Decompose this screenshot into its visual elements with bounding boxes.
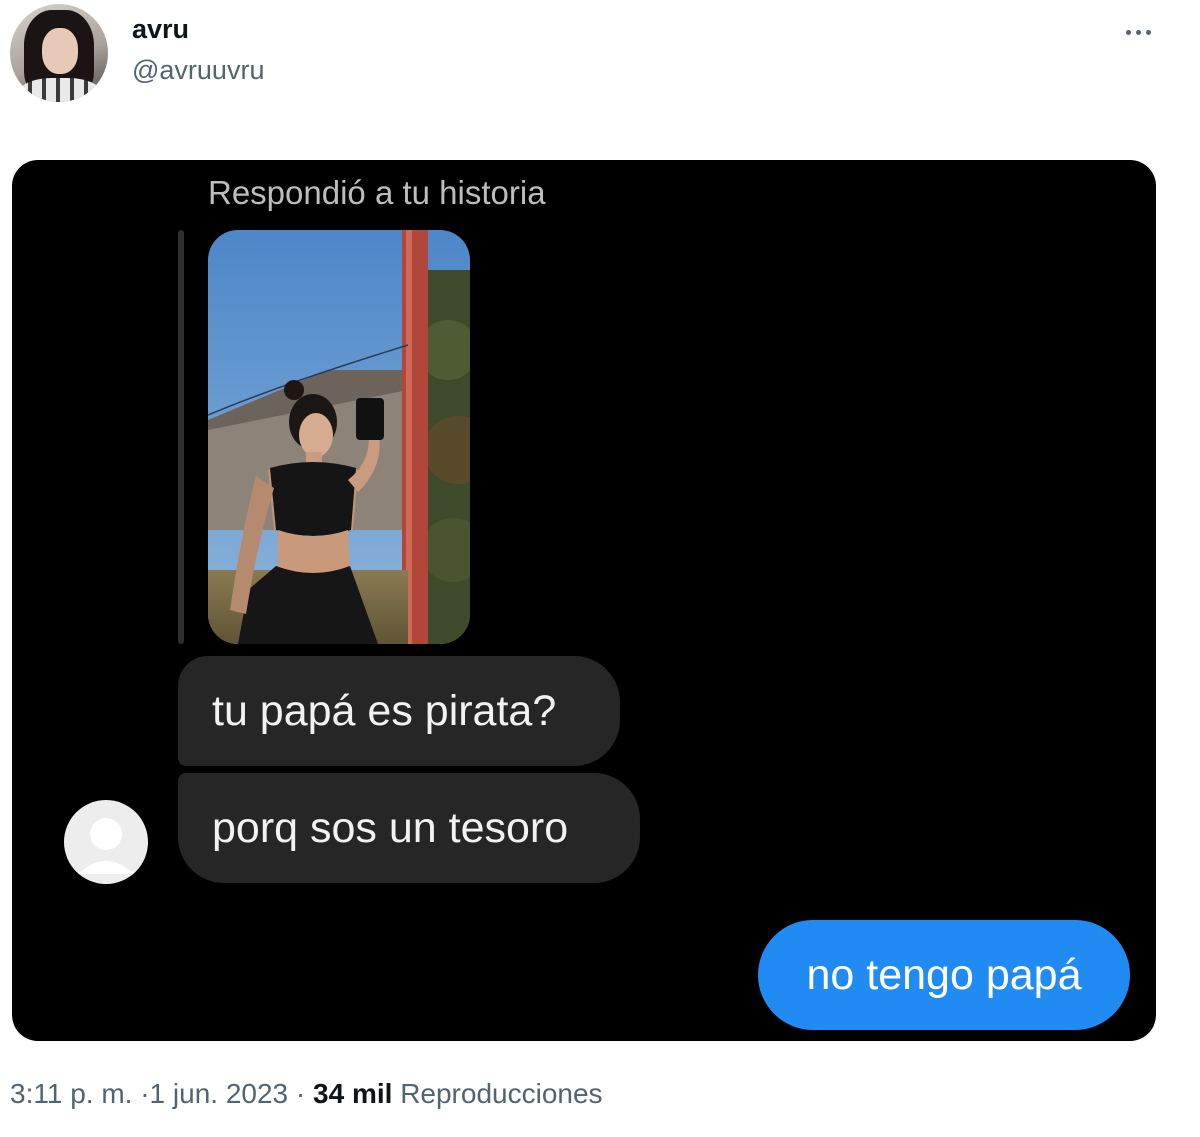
outgoing-message-bubble[interactable]: no tengo papá xyxy=(758,920,1130,1030)
message-text: porq sos un tesoro xyxy=(212,803,569,852)
author-name[interactable]: avru xyxy=(132,14,189,45)
more-dot xyxy=(1145,29,1151,35)
separator: · xyxy=(295,1078,306,1109)
message-text: tu papá es pirata? xyxy=(212,686,557,735)
more-horizontal-icon[interactable] xyxy=(1116,20,1160,44)
views-count: 34 mil xyxy=(313,1078,393,1109)
avatar-face xyxy=(42,28,78,74)
incoming-message-bubble[interactable]: tu papá es pirata? xyxy=(178,656,620,766)
author-handle[interactable]: @avruuvru xyxy=(132,55,264,86)
separator: · xyxy=(140,1078,150,1109)
author-avatar[interactable] xyxy=(10,4,108,102)
person-silhouette-icon xyxy=(78,818,134,874)
views-label: Reproducciones xyxy=(400,1078,603,1109)
tweet-date[interactable]: 1 jun. 2023 xyxy=(150,1078,289,1109)
message-text: no tengo papá xyxy=(806,950,1082,999)
default-avatar-icon xyxy=(64,800,148,884)
tweet-media-image[interactable]: Respondió a tu historia tu papá es pirat… xyxy=(12,160,1156,1041)
tweet-time[interactable]: 3:11 p. m. xyxy=(10,1078,132,1109)
story-thumbnail xyxy=(208,230,470,644)
incoming-message-bubble[interactable]: porq sos un tesoro xyxy=(178,773,640,883)
story-photo xyxy=(208,230,470,644)
more-dot xyxy=(1135,29,1141,35)
avatar-shirt xyxy=(18,78,102,102)
reply-quote-line xyxy=(178,230,184,644)
tweet-metadata: 3:11 p. m. ·1 jun. 2023 · 34 mil Reprodu… xyxy=(10,1078,603,1110)
more-dot xyxy=(1125,29,1131,35)
reply-label: Respondió a tu historia xyxy=(208,174,546,211)
